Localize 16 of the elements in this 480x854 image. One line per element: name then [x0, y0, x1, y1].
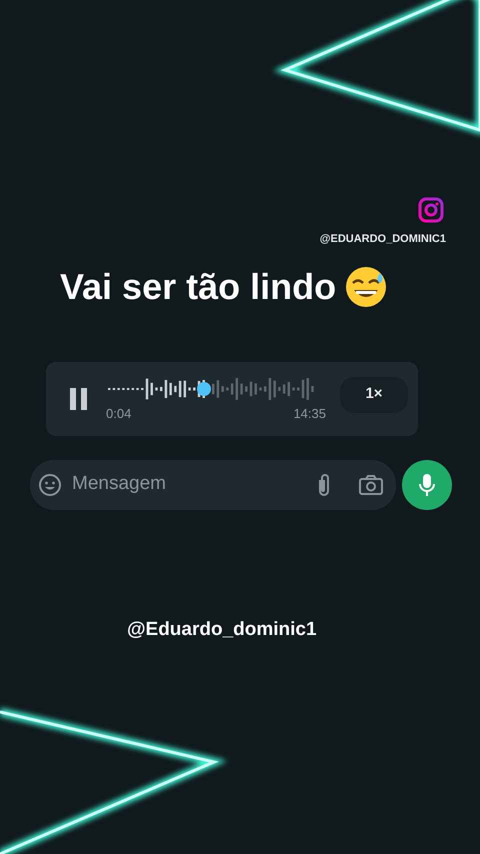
microphone-icon — [418, 472, 436, 496]
instagram-icon — [418, 197, 444, 223]
message-input-field[interactable]: Mensagem — [70, 469, 306, 500]
credit-text: @Eduardo_dominic1 — [127, 618, 317, 642]
playback-speed-button[interactable]: 1× — [340, 376, 408, 412]
camera-icon[interactable] — [358, 474, 384, 496]
emoji-icon[interactable] — [38, 472, 62, 496]
sweat-smile-emoji-icon — [344, 264, 388, 308]
pause-button[interactable] — [68, 386, 90, 410]
duration-time: 14:35 — [293, 404, 326, 423]
handle-text: @EDUARDO_DOMINIC1 — [320, 232, 446, 247]
microphone-button[interactable] — [402, 460, 452, 510]
caption-text: Vai ser tão lindo — [60, 264, 336, 308]
message-composer-bar[interactable]: Mensagem — [30, 460, 396, 510]
waveform-thumb[interactable] — [196, 382, 211, 396]
elapsed-time: 0:04 — [106, 404, 132, 423]
